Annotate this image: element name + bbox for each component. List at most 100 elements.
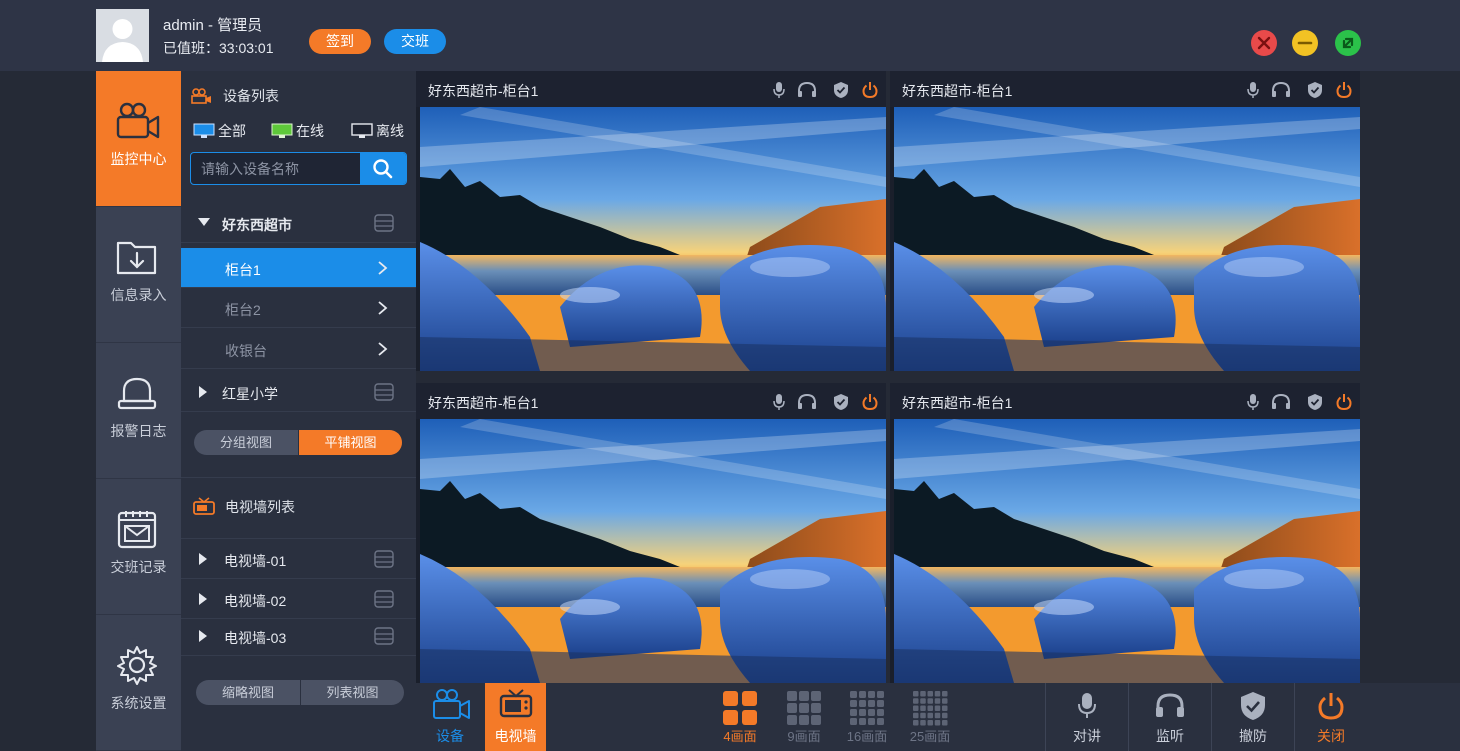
tvwall-view-toggle: 缩略视图 列表视图: [196, 680, 404, 705]
bell-icon: [117, 377, 157, 410]
close-window-button[interactable]: [1251, 30, 1277, 56]
camera-icon: [116, 102, 160, 139]
filter-all[interactable]: 全部: [193, 121, 246, 141]
intercom-button[interactable]: 对讲: [1046, 683, 1128, 751]
microphone-icon[interactable]: [1246, 393, 1260, 411]
tvwall-name: 电视墙-01: [224, 553, 287, 569]
tvwall-item[interactable]: 电视墙-03: [181, 616, 416, 656]
grid-9-icon: [787, 691, 821, 725]
power-icon[interactable]: [862, 81, 878, 99]
grid-25-button[interactable]: 25画面: [902, 683, 958, 751]
filter-offline[interactable]: 离线: [351, 121, 404, 141]
thumbnail-view-button[interactable]: 缩略视图: [196, 680, 300, 705]
power-icon[interactable]: [1336, 393, 1352, 411]
nav-system-settings[interactable]: 系统设置: [96, 615, 181, 751]
nav-alarm-log[interactable]: 报警日志: [96, 343, 181, 479]
search-button[interactable]: [360, 153, 406, 184]
action-label: 撤防: [1239, 728, 1267, 744]
video-feed[interactable]: [420, 419, 886, 683]
filter-online[interactable]: 在线: [271, 121, 324, 141]
video-frame: [894, 419, 1360, 683]
headphones-icon[interactable]: [797, 393, 817, 411]
tvwall-name: 电视墙-03: [224, 630, 287, 646]
nav-handover-records[interactable]: 交班记录: [96, 479, 181, 615]
tree-group[interactable]: 好东西超市: [181, 203, 416, 243]
microphone-icon[interactable]: [1246, 81, 1260, 99]
video-feed[interactable]: [420, 107, 886, 371]
action-label: 对讲: [1073, 728, 1101, 744]
tvwall-item[interactable]: 电视墙-02: [181, 579, 416, 619]
tvwall-list-header: 电视墙列表: [193, 497, 295, 517]
tile-header: 好东西超市-柜台1: [416, 383, 886, 419]
search-input[interactable]: [191, 153, 361, 184]
video-tile[interactable]: 好东西超市-柜台1: [416, 383, 886, 683]
group-view-button[interactable]: 分组视图: [194, 430, 298, 455]
tile-view-button[interactable]: 平铺视图: [298, 430, 402, 455]
video-tile[interactable]: 好东西超市-柜台1: [416, 71, 886, 371]
tree-item-checkout[interactable]: 收银台: [181, 329, 416, 369]
device-mode-label: 设备: [436, 728, 464, 744]
tvwall-mode-label: 电视墙: [494, 728, 537, 744]
tile-header: 好东西超市-柜台1: [890, 71, 1360, 107]
handover-button[interactable]: 交班: [384, 29, 446, 54]
headphones-icon[interactable]: [1271, 81, 1291, 99]
chevron-right-icon: [378, 301, 388, 315]
device-list-title: 设备列表: [223, 88, 279, 104]
shield-icon[interactable]: [1307, 81, 1323, 99]
microphone-icon[interactable]: [772, 81, 786, 99]
device-name: 柜台2: [225, 302, 261, 318]
grid-4-button[interactable]: 4画面: [712, 683, 768, 751]
tvwall-mode-button[interactable]: 电视墙: [485, 683, 546, 751]
maximize-window-button[interactable]: [1335, 30, 1361, 56]
nav-monitor-center[interactable]: 监控中心: [96, 71, 181, 207]
listen-button[interactable]: 监听: [1129, 683, 1211, 751]
shield-icon: [1241, 692, 1265, 720]
grid-9-button[interactable]: 9画面: [776, 683, 832, 751]
avatar[interactable]: [96, 9, 149, 62]
tvwall-item[interactable]: 电视墙-01: [181, 539, 416, 579]
power-icon[interactable]: [1336, 81, 1352, 99]
tvwall-list-title: 电视墙列表: [225, 499, 295, 515]
minimize-window-button[interactable]: [1292, 30, 1318, 56]
shield-icon[interactable]: [833, 81, 849, 99]
nav-label: 信息录入: [110, 287, 167, 303]
video-tile[interactable]: 好东西超市-柜台1: [890, 71, 1360, 371]
device-name: 收银台: [225, 343, 267, 359]
tile-title: 好东西超市-柜台1: [428, 395, 539, 411]
close-button[interactable]: 关闭: [1295, 683, 1367, 751]
tree-item-counter2[interactable]: 柜台2: [181, 288, 416, 328]
video-feed[interactable]: [894, 419, 1360, 683]
headphones-icon[interactable]: [797, 81, 817, 99]
device-mode-button[interactable]: 设备: [416, 683, 484, 751]
headphones-icon: [1156, 693, 1184, 717]
close-icon: [1257, 36, 1271, 50]
tile-header: 好东西超市-柜台1: [890, 383, 1360, 419]
bottom-toolbar: 设备 电视墙 4画面 9画面 16画面 25画面 对讲 监听 撤防 关闭: [416, 683, 1460, 751]
shield-icon[interactable]: [833, 393, 849, 411]
microphone-icon[interactable]: [772, 393, 786, 411]
monitor-offline-icon: [351, 123, 373, 138]
microphone-icon: [1078, 693, 1096, 718]
nav-info-entry[interactable]: 信息录入: [96, 207, 181, 343]
chevron-right-icon: [378, 261, 388, 275]
power-icon[interactable]: [862, 393, 878, 411]
shield-icon[interactable]: [1307, 393, 1323, 411]
tree-item-counter1[interactable]: 柜台1: [181, 248, 416, 288]
disarm-button[interactable]: 撤防: [1212, 683, 1294, 751]
expand-icon: [199, 553, 207, 565]
power-icon: [1318, 693, 1344, 720]
nav-label: 交班记录: [110, 559, 167, 575]
calendar-mail-icon: [117, 511, 157, 549]
video-feed[interactable]: [894, 107, 1360, 371]
server-rack-icon: [374, 214, 394, 232]
tree-group[interactable]: 红星小学: [181, 372, 416, 412]
tv-icon: [499, 689, 533, 718]
list-view-button[interactable]: 列表视图: [300, 680, 404, 705]
grid-16-button[interactable]: 16画面: [839, 683, 895, 751]
video-tile[interactable]: 好东西超市-柜台1: [890, 383, 1360, 683]
shift-label: 已值班：: [163, 40, 219, 56]
headphones-icon[interactable]: [1271, 393, 1291, 411]
expand-icon: [199, 386, 207, 398]
nav-label: 系统设置: [110, 695, 167, 711]
signin-button[interactable]: 签到: [309, 29, 371, 54]
